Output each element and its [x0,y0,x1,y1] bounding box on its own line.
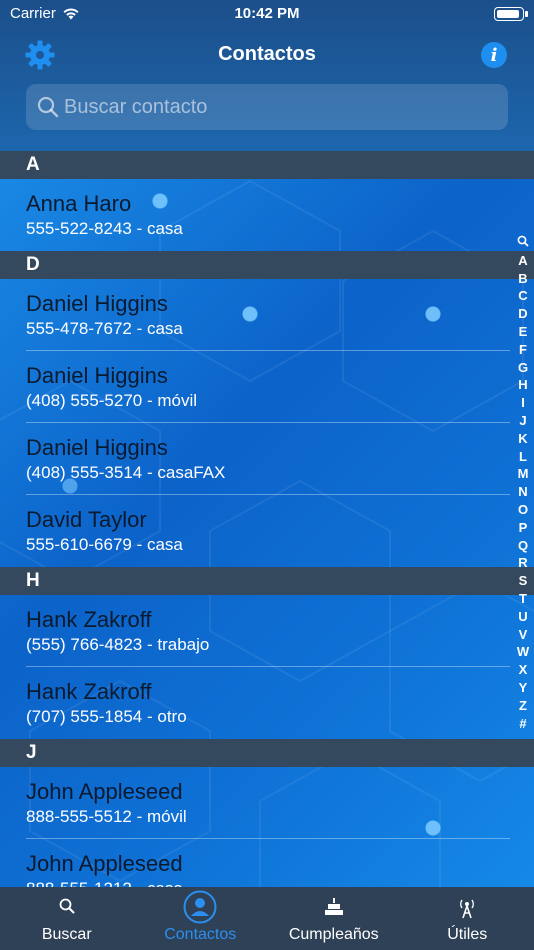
index-letter[interactable]: U [518,608,527,626]
index-letter[interactable]: W [517,643,529,661]
header: Carrier 10:42 PM Contactos i Buscar cont… [0,0,534,151]
section-header: J [0,739,534,767]
index-search-icon[interactable] [517,234,529,252]
info-icon[interactable]: i [481,42,507,68]
index-letter[interactable]: E [519,323,528,341]
contact-phone: 555-522-8243 - casa [26,219,183,238]
search-bar[interactable] [26,84,508,130]
index-letter[interactable]: J [519,412,526,430]
index-letter[interactable]: L [519,448,527,466]
contact-name: Hank Zakroff [26,607,152,632]
contact-name: Daniel Higgins [26,363,168,388]
contact-row[interactable]: Hank Zakroff (555) 766-4823 - trabajo [0,595,510,667]
index-letter[interactable]: P [519,519,528,537]
tab-label: Cumpleaños [288,926,379,943]
index-letter[interactable]: Y [519,679,528,697]
clock: 10:42 PM [234,5,300,22]
status-bar: Carrier 10:42 PM [0,0,534,28]
section-index[interactable]: A B C D E F G H I J K L M N O P Q R S T U V W X Y Z # [516,234,530,732]
contact-row[interactable]: David Taylor 555-610-6679 - casa [0,495,510,567]
navbar: Contactos i [0,28,534,80]
contact-list[interactable]: A Anna Haro 555-522-8243 - casa D Daniel Hig… [0,151,534,887]
index-letter[interactable]: A [518,252,527,270]
antenna-icon [457,897,477,924]
section-header: D [0,251,534,279]
index-letter[interactable]: H [518,376,527,394]
contact-row[interactable]: Anna Haro 555-522-8243 - casa [0,179,510,251]
contact-row[interactable]: John Appleseed 888-555-1212 - casa [0,839,510,887]
contact-phone: 888-555-5512 - móvil [26,807,187,826]
index-letter[interactable]: Q [518,537,528,555]
contact-phone: 888-555-1212 - casa [26,879,183,887]
index-letter[interactable]: D [518,305,527,323]
tab-buscar[interactable]: Buscar [0,887,134,950]
contact-row[interactable]: Daniel Higgins (408) 555-5270 - móvil [0,351,510,423]
contact-phone: (408) 555-5270 - móvil [26,391,198,410]
index-letter[interactable]: I [521,394,525,412]
index-letter[interactable]: G [518,359,528,377]
tab-contactos[interactable]: Contactos [134,887,268,950]
contact-name: John Appleseed [26,779,183,804]
index-letter[interactable]: X [519,661,528,679]
contact-row[interactable]: Daniel Higgins (408) 555-3514 - casaFAX [0,423,510,495]
page-title: Contactos [218,43,316,65]
index-letter[interactable]: S [519,572,528,590]
index-letter[interactable]: F [519,341,527,359]
contact-phone: 555-610-6679 - casa [26,535,183,554]
search-icon [37,96,59,118]
contact-name: Anna Haro [26,191,132,216]
cake-icon [324,897,344,922]
contact-phone: (555) 766-4823 - trabajo [26,635,210,654]
contact-icon [183,890,217,929]
tab-bar: Buscar Contactos Cumpleaños Útiles [0,887,534,950]
index-letter[interactable]: T [519,590,527,608]
contact-name: Hank Zakroff [26,679,152,704]
section-header: H [0,567,534,595]
index-letter[interactable]: B [518,270,527,288]
contact-phone: (408) 555-3514 - casaFAX [26,463,226,482]
index-letter[interactable]: R [518,554,527,572]
search-input[interactable] [64,84,494,130]
index-letter[interactable]: C [518,287,527,305]
index-letter[interactable]: K [518,430,527,448]
contact-phone: 555-478-7672 - casa [26,319,183,338]
index-letter[interactable]: V [519,626,528,644]
contact-row[interactable]: Hank Zakroff (707) 555-1854 - otro [0,667,510,739]
index-letter[interactable]: # [519,715,526,733]
tab-label: Útiles [447,926,488,943]
section-header: A [0,151,534,179]
search-icon [58,897,76,920]
tab-útiles[interactable]: Útiles [401,887,534,950]
index-letter[interactable]: Z [519,697,527,715]
index-letter[interactable]: O [518,501,528,519]
contact-name: David Taylor [26,507,147,532]
contact-phone: (707) 555-1854 - otro [26,707,187,726]
contact-name: Daniel Higgins [26,291,168,316]
contact-row[interactable]: Daniel Higgins 555-478-7672 - casa [0,279,510,351]
contact-name: Daniel Higgins [26,435,168,460]
tab-label: Contactos [164,926,237,943]
contact-row[interactable]: John Appleseed 888-555-5512 - móvil [0,767,510,839]
index-letter[interactable]: M [518,465,529,483]
contact-name: John Appleseed [26,851,183,876]
tab-label: Buscar [41,926,92,943]
index-letter[interactable]: N [518,483,527,501]
battery-icon [494,7,528,21]
tab-cumpleaños[interactable]: Cumpleaños [267,887,401,950]
